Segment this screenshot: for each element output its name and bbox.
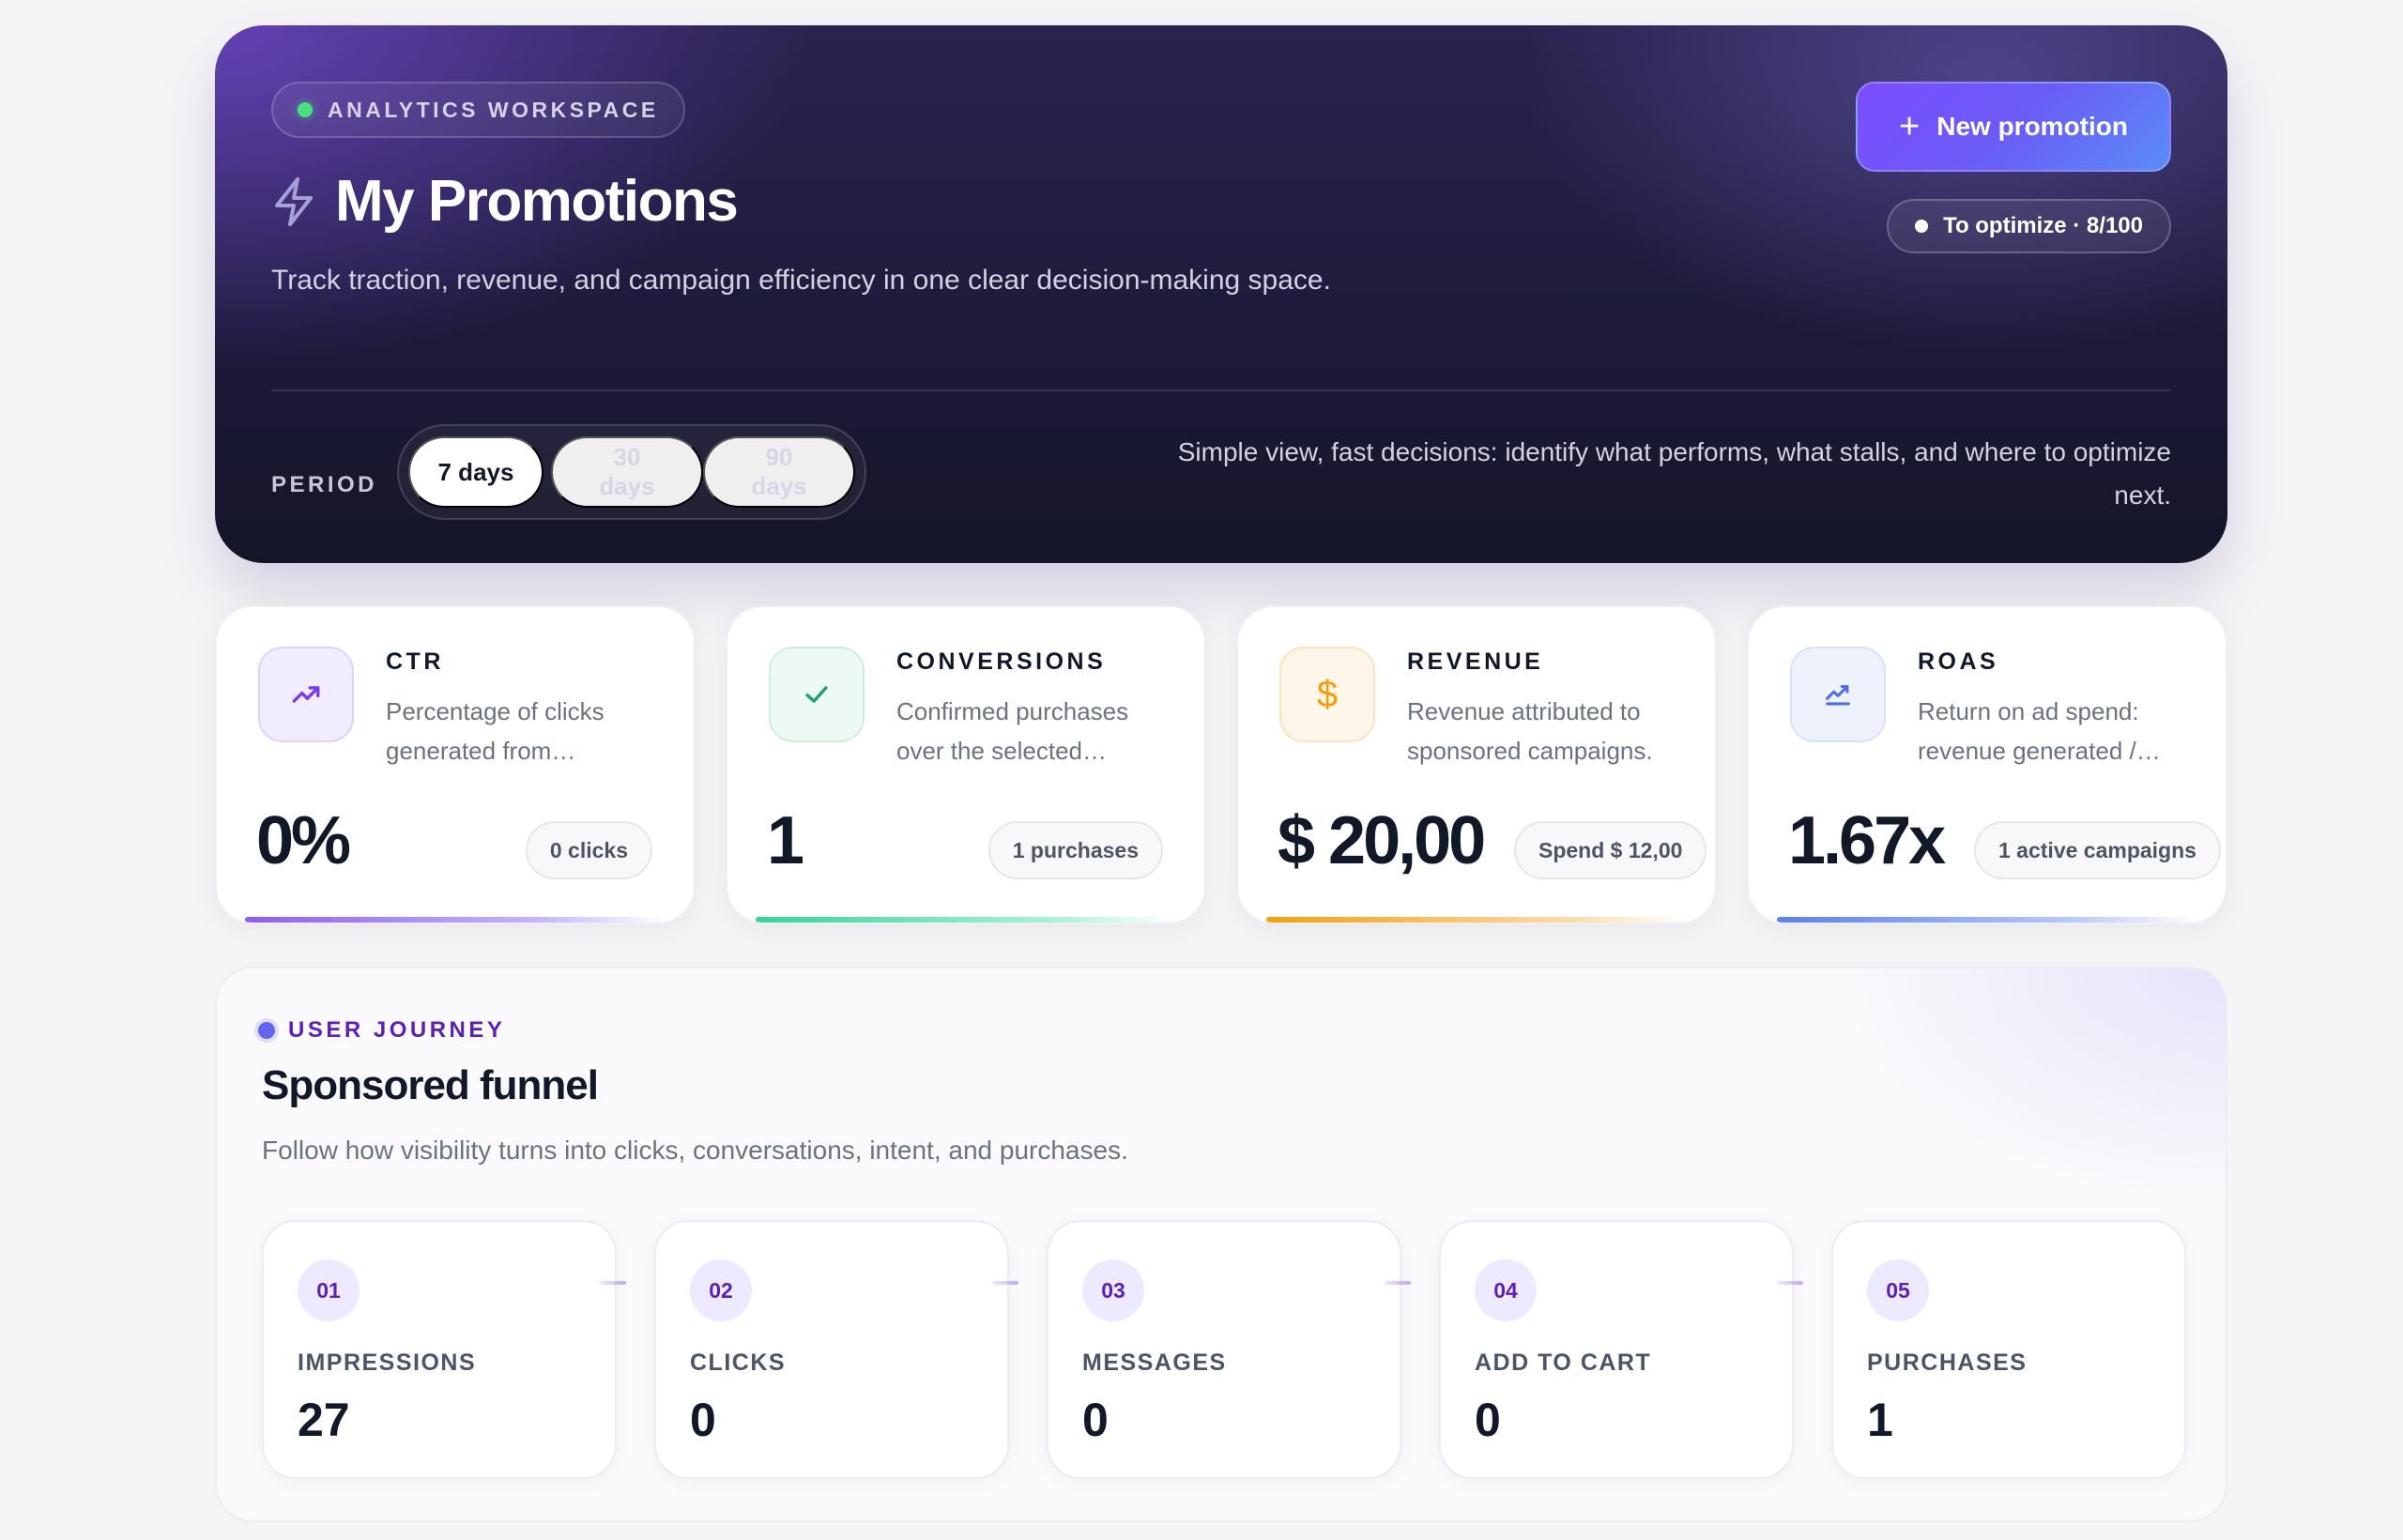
- kpi-card-roas: ROAS Return on ad spend: revenue generat…: [1747, 605, 2227, 924]
- kpi-accent-bar: [245, 917, 666, 922]
- step-number: 05: [1867, 1259, 1929, 1321]
- step-value: 27: [298, 1394, 350, 1446]
- kpi-value: 1.67x: [1788, 803, 1946, 878]
- period-option-7-days[interactable]: 7 days: [408, 436, 543, 508]
- step-number: 03: [1082, 1259, 1144, 1321]
- page-title: My Promotions: [335, 169, 739, 234]
- kpi-description: Revenue attributed to sponsored campaign…: [1407, 697, 1653, 765]
- kpi-description: Percentage of clicks generated from…: [386, 697, 605, 765]
- step-label: IMPRESSIONS: [298, 1349, 477, 1376]
- kpi-description: Confirmed purchases over the selected…: [896, 697, 1129, 765]
- new-promotion-label: New promotion: [1936, 112, 2128, 141]
- kpi-cards: CTR Percentage of clicks generated from……: [215, 605, 2227, 924]
- promotions-page: ANALYTICS WORKSPACE My Promotions Track …: [215, 25, 2227, 1522]
- hero-panel: ANALYTICS WORKSPACE My Promotions Track …: [215, 25, 2227, 563]
- trending-up-icon: [258, 647, 354, 742]
- step-value: 1: [1867, 1394, 1893, 1446]
- kpi-title: CONVERSIONS: [896, 648, 1107, 675]
- step-value: 0: [690, 1394, 716, 1446]
- status-dot-icon: [298, 102, 313, 117]
- kpi-value: $ 20,00: [1278, 803, 1486, 878]
- funnel-step-messages: 03 MESSAGES 0: [1047, 1220, 1401, 1479]
- workspace-badge: ANALYTICS WORKSPACE: [271, 82, 685, 138]
- funnel-step-impressions: 01 IMPRESSIONS 27: [262, 1220, 617, 1479]
- step-number: 04: [1475, 1259, 1537, 1321]
- kpi-value: 0%: [256, 803, 351, 878]
- step-label: ADD TO CART: [1475, 1349, 1652, 1376]
- sponsored-funnel-panel: USER JOURNEY Sponsored funnel Follow how…: [215, 967, 2227, 1522]
- section-subtitle: Follow how visibility turns into clicks,…: [262, 1136, 1128, 1165]
- chart-line-icon: [1790, 647, 1886, 742]
- bolt-icon: [275, 176, 313, 226]
- kpi-card-ctr: CTR Percentage of clicks generated from……: [215, 605, 696, 924]
- dot-icon: [258, 1022, 275, 1039]
- optimize-score-label: To optimize · 8/100: [1943, 213, 2143, 238]
- step-label: PURCHASES: [1867, 1349, 2028, 1376]
- kpi-accent-bar: [1266, 917, 1687, 922]
- step-connector: [992, 1281, 1018, 1285]
- kpi-chip: 1 active campaigns: [1974, 821, 2221, 879]
- kpi-card-conversions: CONVERSIONS Confirmed purchases over the…: [726, 605, 1206, 924]
- workspace-badge-label: ANALYTICS WORKSPACE: [328, 97, 659, 122]
- step-number: 02: [690, 1259, 752, 1321]
- funnel-step-add-to-cart: 04 ADD TO CART 0: [1439, 1220, 1794, 1479]
- step-connector: [600, 1281, 626, 1285]
- kpi-accent-bar: [756, 917, 1176, 922]
- step-connector: [1777, 1281, 1803, 1285]
- page-subtitle: Track traction, revenue, and campaign ef…: [271, 265, 1331, 296]
- kpi-chip: 0 clicks: [525, 821, 652, 879]
- step-label: MESSAGES: [1082, 1349, 1227, 1376]
- step-value: 0: [1475, 1394, 1501, 1446]
- step-connector: [1385, 1281, 1411, 1285]
- section-eyebrow-label: USER JOURNEY: [288, 1017, 506, 1043]
- plus-icon: +: [1899, 107, 1921, 146]
- period-selector: 7 days 30 days 90 days: [397, 424, 866, 520]
- kpi-card-revenue: $ REVENUE Revenue attributed to sponsore…: [1236, 605, 1717, 924]
- divider: [271, 389, 2171, 391]
- hero-note: Simple view, fast decisions: identify wh…: [1177, 437, 2171, 510]
- period-option-30-days[interactable]: 30 days: [550, 436, 703, 508]
- kpi-title: ROAS: [1918, 648, 1999, 675]
- kpi-accent-bar: [1777, 917, 2197, 922]
- funnel-step-purchases: 05 PURCHASES 1: [1831, 1220, 2186, 1479]
- kpi-chip: 1 purchases: [987, 821, 1163, 879]
- section-eyebrow: USER JOURNEY: [258, 1017, 505, 1044]
- dollar-icon: $: [1279, 647, 1375, 742]
- optimize-score-badge: To optimize · 8/100: [1887, 199, 2171, 253]
- kpi-description: Return on ad spend: revenue generated /…: [1918, 697, 2161, 765]
- kpi-title: CTR: [386, 648, 444, 675]
- dot-icon: [1915, 220, 1929, 233]
- period-option-90-days[interactable]: 90 days: [702, 436, 856, 508]
- step-value: 0: [1082, 1394, 1109, 1446]
- kpi-chip: Spend $ 12,00: [1514, 821, 1707, 879]
- period-label: PERIOD: [271, 472, 378, 497]
- step-number: 01: [298, 1259, 360, 1321]
- step-label: CLICKS: [690, 1349, 787, 1376]
- kpi-title: REVENUE: [1407, 648, 1544, 675]
- section-title: Sponsored funnel: [262, 1062, 599, 1108]
- page-title-row: My Promotions: [271, 168, 739, 235]
- new-promotion-button[interactable]: + New promotion: [1856, 82, 2171, 172]
- funnel-step-clicks: 02 CLICKS 0: [654, 1220, 1009, 1479]
- check-icon: [769, 647, 865, 742]
- kpi-value: 1: [767, 803, 804, 878]
